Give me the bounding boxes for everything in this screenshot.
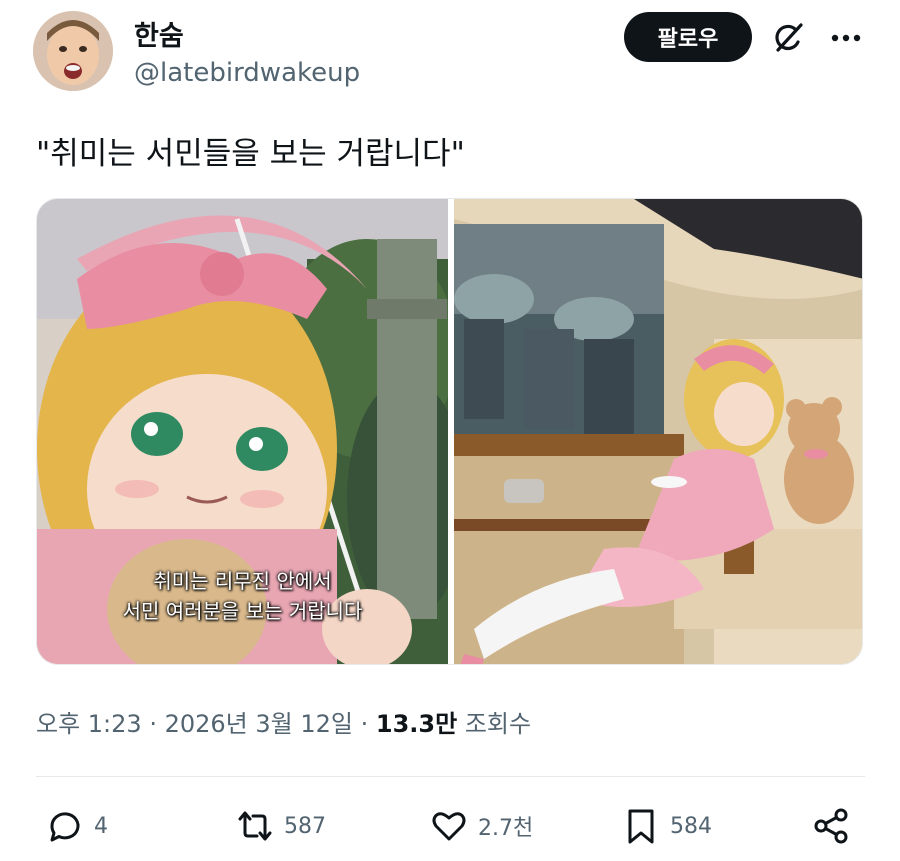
tweet-meta: 오후 1:23 · 2026년 3월 12일 · 13.3만 조회수 — [36, 704, 531, 739]
share-button[interactable] — [812, 803, 850, 849]
media-image-left[interactable]: 취미는 리무진 안에서 서민 여러분을 보는 거랍니다 — [37, 199, 448, 664]
share-icon — [814, 808, 848, 844]
like-count: 2.7천 — [478, 816, 534, 841]
tweet-date[interactable]: 2026년 3월 12일 — [165, 710, 353, 738]
subtitle-line-1: 취미는 리무진 안에서 — [153, 569, 332, 593]
author-display-name[interactable]: 한숨 — [134, 14, 184, 53]
like-button[interactable]: 2.7천 — [430, 803, 533, 849]
media-image-right[interactable] — [454, 199, 862, 664]
reply-button[interactable]: 4 — [46, 803, 108, 849]
repost-button[interactable]: 587 — [236, 803, 326, 849]
repost-count: 587 — [284, 813, 326, 839]
reply-count: 4 — [94, 813, 108, 839]
views-label: 조회수 — [464, 710, 532, 738]
avatar[interactable] — [33, 11, 113, 91]
meta-separator: · — [360, 710, 376, 738]
tweet-text: "취미는 서민들을 보는 거랍니다" — [36, 136, 465, 172]
reply-icon — [50, 812, 80, 842]
bookmark-icon — [628, 809, 654, 844]
author-handle[interactable]: @latebirdwakeup — [134, 58, 360, 88]
bookmark-button[interactable]: 584 — [622, 803, 712, 849]
divider — [36, 776, 865, 777]
meta-separator: · — [149, 710, 165, 738]
tweet-media[interactable]: 취미는 리무진 안에서 서민 여러분을 보는 거랍니다 — [36, 198, 863, 665]
bookmark-count: 584 — [670, 813, 712, 839]
tweet-time[interactable]: 오후 1:23 — [36, 710, 142, 738]
grok-icon[interactable] — [770, 20, 806, 56]
more-icon[interactable] — [828, 24, 864, 52]
follow-button[interactable]: 팔로우 — [624, 12, 752, 62]
repost-icon — [238, 811, 272, 841]
like-icon — [432, 812, 466, 841]
subtitle-line-2: 서민 여러분을 보는 거랍니다 — [122, 599, 363, 623]
views-count: 13.3만 — [375, 710, 458, 738]
